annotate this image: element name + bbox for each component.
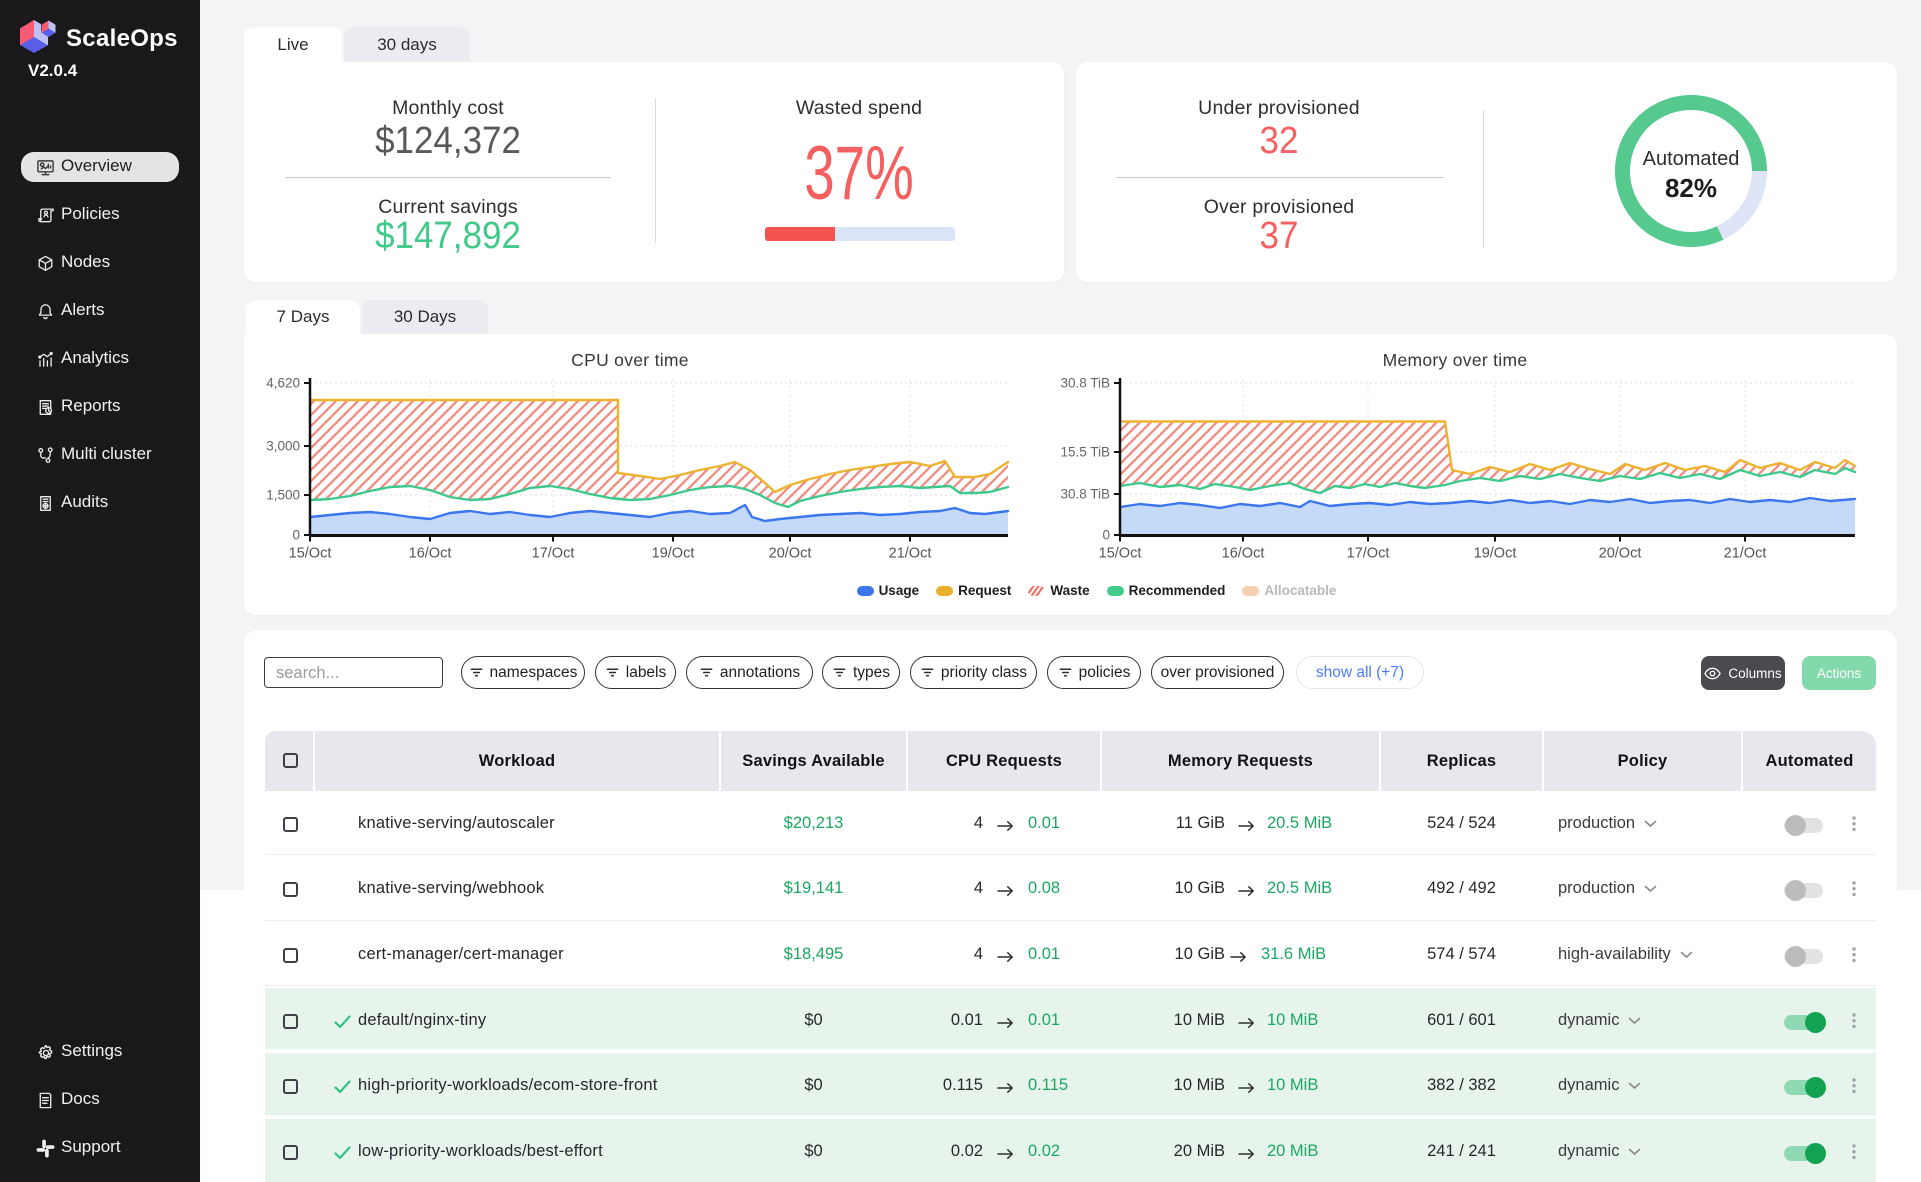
svg-text:0: 0 bbox=[292, 528, 300, 543]
svg-text:21/Oct: 21/Oct bbox=[889, 546, 932, 562]
svg-text:16/Oct: 16/Oct bbox=[409, 546, 452, 562]
svg-text:20/Oct: 20/Oct bbox=[1599, 546, 1642, 562]
svg-text:1,500: 1,500 bbox=[266, 488, 300, 503]
svg-text:15/Oct: 15/Oct bbox=[1099, 546, 1142, 562]
svg-text:4,620: 4,620 bbox=[266, 376, 300, 391]
svg-text:21/Oct: 21/Oct bbox=[1724, 546, 1767, 562]
svg-text:16/Oct: 16/Oct bbox=[1222, 546, 1265, 562]
svg-text:20/Oct: 20/Oct bbox=[769, 546, 812, 562]
svg-text:19/Oct: 19/Oct bbox=[652, 546, 695, 562]
svg-text:17/Oct: 17/Oct bbox=[532, 546, 575, 562]
svg-text:15/Oct: 15/Oct bbox=[289, 546, 332, 562]
svg-text:0: 0 bbox=[1102, 528, 1110, 543]
svg-text:3,000: 3,000 bbox=[266, 439, 300, 454]
svg-text:30.8 TiB: 30.8 TiB bbox=[1060, 487, 1110, 502]
svg-text:19/Oct: 19/Oct bbox=[1474, 546, 1517, 562]
svg-text:30.8 TiB: 30.8 TiB bbox=[1060, 376, 1110, 391]
svg-text:15.5 TiB: 15.5 TiB bbox=[1060, 445, 1110, 460]
svg-text:17/Oct: 17/Oct bbox=[1347, 546, 1390, 562]
